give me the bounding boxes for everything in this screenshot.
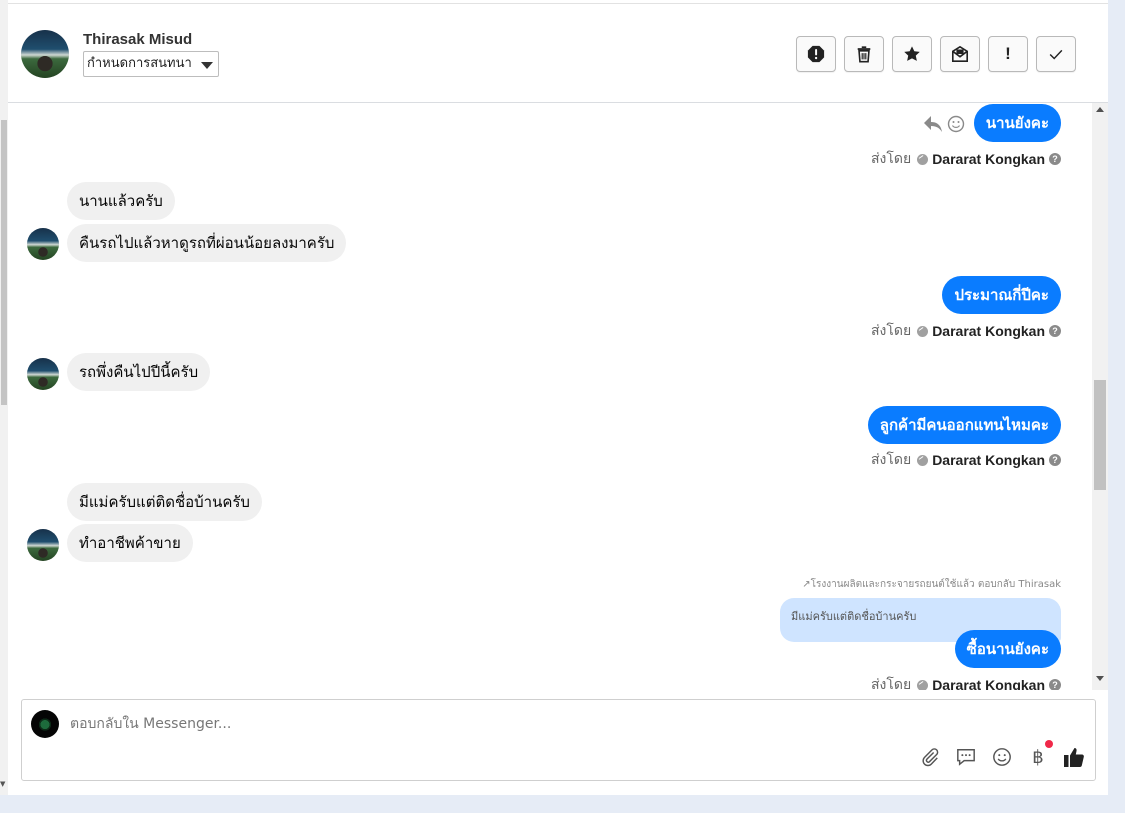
baht-icon: ฿ xyxy=(1032,746,1044,768)
paperclip-icon xyxy=(922,748,939,767)
check-icon xyxy=(1049,49,1063,60)
attach-button[interactable] xyxy=(919,746,941,768)
trash-icon xyxy=(857,46,871,63)
message-bubble-outgoing[interactable]: ลูกค้ามีคนออกแทนไหมคะ xyxy=(867,406,1061,444)
composer-tools: ฿ xyxy=(905,740,1085,768)
sent-by-line: ส่งโดย Dararat Kongkan ? xyxy=(871,674,1061,690)
sent-by-line: ส่งโดย Dararat Kongkan ? xyxy=(871,320,1061,342)
panel-top-divider xyxy=(8,0,1108,4)
star-button[interactable] xyxy=(892,36,932,72)
sender-name[interactable]: Dararat Kongkan xyxy=(932,323,1045,339)
contact-name[interactable]: Thirasak Misud xyxy=(83,31,192,48)
sender-name[interactable]: Dararat Kongkan xyxy=(932,677,1045,690)
emoji-icon xyxy=(993,748,1011,766)
saved-replies-button[interactable] xyxy=(955,746,977,768)
thread-scrollbar-thumb[interactable] xyxy=(1094,380,1106,490)
page-scroll-down-arrow[interactable]: ▼ xyxy=(0,780,5,788)
message-bubble-incoming[interactable]: รถพึ่งคืนไปปีนี้ครับ xyxy=(67,353,211,391)
mark-unread-button[interactable] xyxy=(940,36,980,72)
chat-bubble-icon xyxy=(957,749,975,766)
payment-button[interactable]: ฿ xyxy=(1027,740,1053,768)
message-bubble-incoming[interactable]: มีแม่ครับแต่ติดชื่อบ้านครับ xyxy=(67,483,262,521)
help-icon[interactable]: ? xyxy=(1049,679,1061,690)
thread-scrollbar[interactable] xyxy=(1092,103,1108,690)
contact-avatar[interactable] xyxy=(21,30,69,78)
mark-unread-icon xyxy=(951,45,969,63)
sent-by-label: ส่งโดย xyxy=(870,323,912,339)
thumbs-up-icon xyxy=(1064,748,1084,767)
sender-name[interactable]: Dararat Kongkan xyxy=(932,151,1045,167)
reply-context-text: โรงงานผลิตและกระจายรถยนต์ใช้แล้ว ตอบกลับ… xyxy=(810,579,1061,590)
message-bubble-incoming[interactable]: ทำอาชีพค้าขาย xyxy=(67,524,193,562)
reply-icon[interactable] xyxy=(923,115,943,133)
sender-name[interactable]: Dararat Kongkan xyxy=(932,452,1045,468)
caret-down-icon xyxy=(200,62,213,69)
page-scrollbar[interactable]: ▼ xyxy=(0,0,8,795)
assign-conversation-dropdown[interactable]: กำหนดการสนทนา xyxy=(83,51,219,77)
conversation-toolbar: ! xyxy=(796,36,1084,72)
message-bubble-outgoing[interactable]: ประมาณกี่ปีคะ xyxy=(942,276,1061,314)
like-button[interactable] xyxy=(1063,746,1085,768)
important-icon: ! xyxy=(1005,44,1011,63)
assign-conversation-label: กำหนดการสนทนา xyxy=(87,56,192,71)
window-edge xyxy=(1108,0,1125,813)
message-bubble-outgoing[interactable]: ซื้อนานยังคะ xyxy=(954,630,1061,668)
sent-by-line: ส่งโดย Dararat Kongkan ? xyxy=(871,449,1061,471)
delete-button[interactable] xyxy=(844,36,884,72)
scroll-down-arrow[interactable] xyxy=(1096,676,1104,681)
sent-by-line: ส่งโดย Dararat Kongkan ? xyxy=(871,148,1061,170)
verified-check-icon xyxy=(917,454,929,466)
reply-input[interactable] xyxy=(70,708,870,740)
contact-avatar-small[interactable] xyxy=(27,228,59,260)
contact-avatar-small[interactable] xyxy=(27,358,59,390)
message-composer: ฿ xyxy=(21,699,1096,781)
scroll-up-arrow[interactable] xyxy=(1096,107,1104,112)
verified-check-icon xyxy=(917,679,929,690)
star-icon xyxy=(904,46,920,61)
sent-by-label: ส่งโดย xyxy=(870,452,912,468)
conversation-header: Thirasak Misud กำหนดการสนทนา ! xyxy=(8,5,1108,103)
message-bubble-incoming[interactable]: นานแล้วครับ xyxy=(67,182,175,220)
sent-by-label: ส่งโดย xyxy=(870,677,912,690)
page-scrollbar-thumb[interactable] xyxy=(1,120,7,405)
emoji-button[interactable] xyxy=(991,746,1013,768)
verified-check-icon xyxy=(917,153,929,165)
help-icon[interactable]: ? xyxy=(1049,454,1061,466)
contact-avatar-small[interactable] xyxy=(27,529,59,561)
verified-check-icon xyxy=(917,325,929,337)
help-icon[interactable]: ? xyxy=(1049,153,1061,165)
report-spam-button[interactable] xyxy=(796,36,836,72)
reply-context-note: ↗โรงงานผลิตและกระจายรถยนต์ใช้แล้ว ตอบกลั… xyxy=(802,579,1061,590)
sent-by-label: ส่งโดย xyxy=(870,151,912,167)
important-button[interactable]: ! xyxy=(988,36,1028,72)
message-bubble-outgoing[interactable]: นานยังคะ xyxy=(973,104,1061,142)
alert-icon xyxy=(807,45,825,63)
help-icon[interactable]: ? xyxy=(1049,325,1061,337)
page-avatar xyxy=(31,710,59,738)
message-thread[interactable]: นานยังคะ ส่งโดย Dararat Kongkan ? นานแล้… xyxy=(8,103,1092,690)
done-button[interactable] xyxy=(1036,36,1076,72)
react-emoji-icon[interactable] xyxy=(947,115,965,133)
message-bubble-incoming[interactable]: คืนรถไปแล้วหาดูรถที่ผ่อนน้อยลงมาครับ xyxy=(67,224,347,262)
notification-dot xyxy=(1045,740,1053,748)
